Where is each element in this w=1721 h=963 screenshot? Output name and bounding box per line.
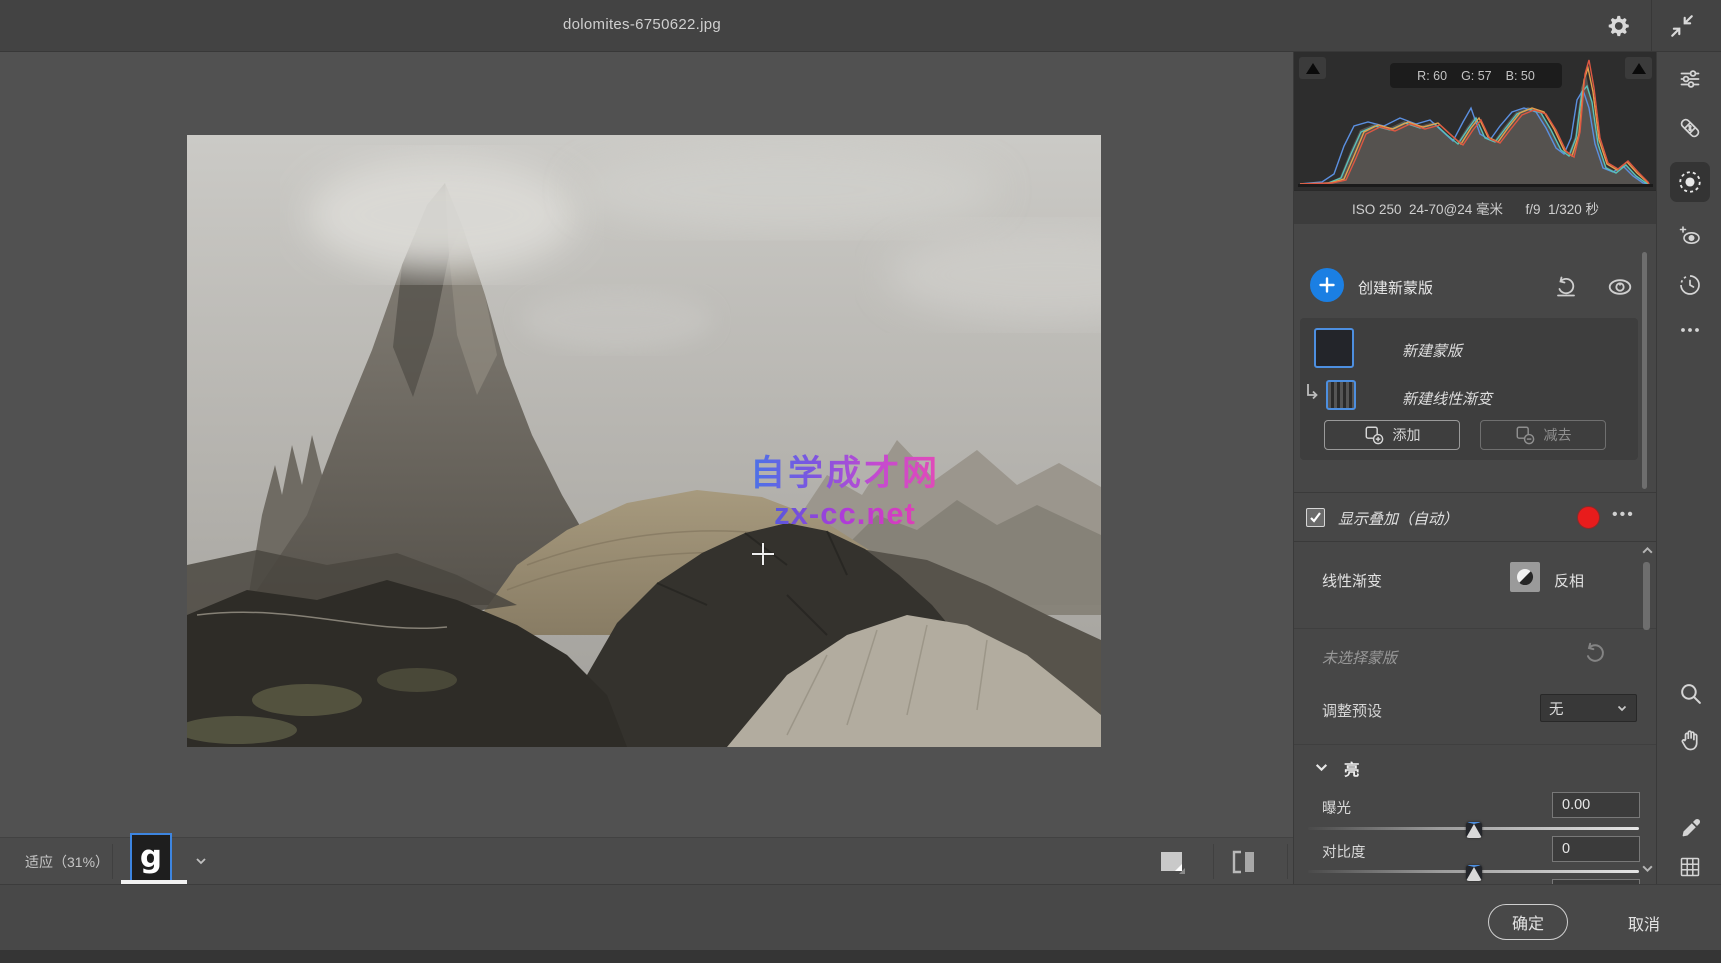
titlebar-divider: [1651, 0, 1652, 52]
image-canvas[interactable]: 自学成才网 zx-cc.net 适应（31%） g: [0, 52, 1293, 884]
add-to-mask-button[interactable]: 添加: [1324, 420, 1460, 450]
exif-info: ISO 250 24-70@24 毫米 f/9 1/320 秒: [1294, 190, 1656, 224]
mask-panel-scrollbar[interactable]: [1642, 252, 1647, 489]
exposure-slider-thumb[interactable]: [1466, 822, 1482, 838]
create-mask-label: 创建新蒙版: [1358, 277, 1433, 298]
add-label: 添加: [1393, 425, 1421, 445]
panel-scroll-up-icon[interactable]: [1641, 544, 1654, 557]
exposure-value-input[interactable]: 0.00: [1552, 792, 1640, 818]
masking-tool-icon[interactable]: [1670, 162, 1710, 202]
statusbar-divider: [112, 844, 113, 879]
create-mask-plus-button[interactable]: [1310, 268, 1344, 302]
edit-side-panel: R: 60 G: 57 B: 50 ISO 250 24-70@24 毫米 f/…: [1293, 52, 1656, 884]
crosshair-cursor: [752, 543, 774, 565]
histogram[interactable]: R: 60 G: 57 B: 50: [1294, 52, 1656, 190]
section-collapse-chevron-icon[interactable]: [1314, 760, 1329, 775]
red-eye-tool-icon[interactable]: [1670, 216, 1710, 256]
preset-dropdown[interactable]: 无: [1540, 694, 1637, 722]
tool-badge-letter: g: [140, 842, 162, 877]
next-value-box-partial: [1552, 879, 1640, 884]
show-overlay-checkbox[interactable]: [1306, 508, 1325, 527]
titlebar: dolomites-6750622.jpg: [0, 0, 1721, 52]
contrast-value-input[interactable]: 0: [1552, 836, 1640, 862]
reset-disabled-icon: [1582, 641, 1608, 667]
before-after-split-icon[interactable]: [1230, 849, 1258, 874]
grid-overlay-tool-icon[interactable]: [1670, 847, 1710, 887]
reset-mask-icon[interactable]: [1552, 273, 1579, 300]
blue-value: B: 50: [1506, 69, 1535, 83]
linear-gradient-thumbnail[interactable]: [1326, 380, 1356, 410]
adjustment-preset-row: 调整预设 无: [1294, 684, 1656, 734]
overlay-options-ellipsis-icon[interactable]: •••: [1612, 506, 1635, 524]
create-mask-header: 创建新蒙版: [1294, 258, 1656, 314]
rgb-readout: R: 60 G: 57 B: 50: [1390, 63, 1562, 88]
snapshots-tool-icon[interactable]: [1670, 265, 1710, 305]
watermark-text-url: zx-cc.net: [750, 495, 940, 532]
tool-preset-chevron-icon[interactable]: [194, 854, 208, 868]
light-section-title: 亮: [1344, 758, 1360, 780]
sub-item-elbow-arrow-icon: [1305, 382, 1321, 402]
zoom-tool-icon[interactable]: [1670, 673, 1710, 713]
mountain-landscape-image: [187, 135, 1101, 747]
watermark: 自学成才网 zx-cc.net: [750, 453, 940, 532]
before-after-single-icon[interactable]: [1158, 849, 1186, 874]
statusbar-divider: [1213, 844, 1214, 879]
preset-selected-value: 无: [1549, 698, 1564, 719]
contrast-slider[interactable]: [1308, 865, 1639, 879]
highlight-clipping-toggle[interactable]: [1625, 57, 1652, 79]
panel-scroll-down-icon[interactable]: [1641, 862, 1654, 875]
ok-button[interactable]: 确定: [1488, 904, 1568, 940]
show-overlay-row: 显示叠加（自动） •••: [1294, 492, 1656, 542]
linear-gradient-label: 线性渐变: [1322, 570, 1382, 591]
photo-preview[interactable]: 自学成才网 zx-cc.net: [187, 135, 1101, 747]
panel-scrollbar-thumb[interactable]: [1643, 562, 1650, 630]
new-linear-gradient-item[interactable]: 新建线性渐变: [1402, 388, 1492, 409]
tool-rail: [1656, 52, 1721, 884]
subtract-label: 减去: [1544, 425, 1572, 445]
contrast-slider-thumb[interactable]: [1466, 865, 1482, 881]
dropdown-chevron-icon: [1616, 702, 1628, 714]
more-tools-ellipsis-icon[interactable]: [1670, 310, 1710, 350]
filename-title: dolomites-6750622.jpg: [563, 16, 721, 33]
cancel-button[interactable]: 取消: [1628, 911, 1660, 935]
shadow-clipping-toggle[interactable]: [1299, 57, 1326, 79]
new-mask-thumbnail[interactable]: [1314, 328, 1354, 368]
zoom-level-label[interactable]: 适应（31%）: [25, 852, 109, 872]
tool-preset-tile[interactable]: g: [130, 833, 172, 885]
invert-label[interactable]: 反相: [1554, 570, 1584, 591]
show-overlay-label: 显示叠加（自动）: [1338, 508, 1458, 529]
light-section-header[interactable]: 亮: [1294, 744, 1656, 788]
exposure-slider[interactable]: [1308, 822, 1639, 836]
overlay-color-swatch[interactable]: [1577, 506, 1600, 529]
hand-tool-icon[interactable]: [1670, 720, 1710, 760]
contrast-label: 对比度: [1322, 841, 1366, 862]
green-value: G: 57: [1461, 69, 1492, 83]
bottom-strip: [0, 950, 1721, 963]
mask-visibility-eye-icon[interactable]: [1606, 273, 1633, 300]
settings-gear-icon[interactable]: [1603, 10, 1635, 42]
exposure-label: 曝光: [1322, 797, 1351, 818]
statusbar-divider: [1287, 844, 1288, 879]
color-sampler-tool-icon[interactable]: [1670, 809, 1710, 849]
dialog-action-bar: 确定 取消: [0, 884, 1721, 950]
watermark-text-cn: 自学成才网: [750, 453, 940, 495]
red-value: R: 60: [1417, 69, 1447, 83]
invert-icon[interactable]: [1510, 562, 1540, 592]
canvas-status-bar: 适应（31%） g: [0, 837, 1293, 884]
healing-tool-icon[interactable]: [1670, 108, 1710, 148]
mask-list: 新建蒙版 新建线性渐变 添加 减去: [1300, 318, 1638, 460]
no-mask-selected-row: 未选择蒙版: [1294, 628, 1656, 682]
edit-sliders-tool-icon[interactable]: [1670, 59, 1710, 99]
subtract-from-mask-button[interactable]: 减去: [1480, 420, 1606, 450]
new-mask-item[interactable]: 新建蒙版: [1402, 340, 1462, 361]
adjustment-preset-label: 调整预设: [1322, 700, 1382, 721]
no-mask-selected-label: 未选择蒙版: [1322, 647, 1397, 668]
exit-fullscreen-icon[interactable]: [1666, 10, 1698, 42]
linear-gradient-header-row: 线性渐变 反相: [1294, 552, 1656, 608]
